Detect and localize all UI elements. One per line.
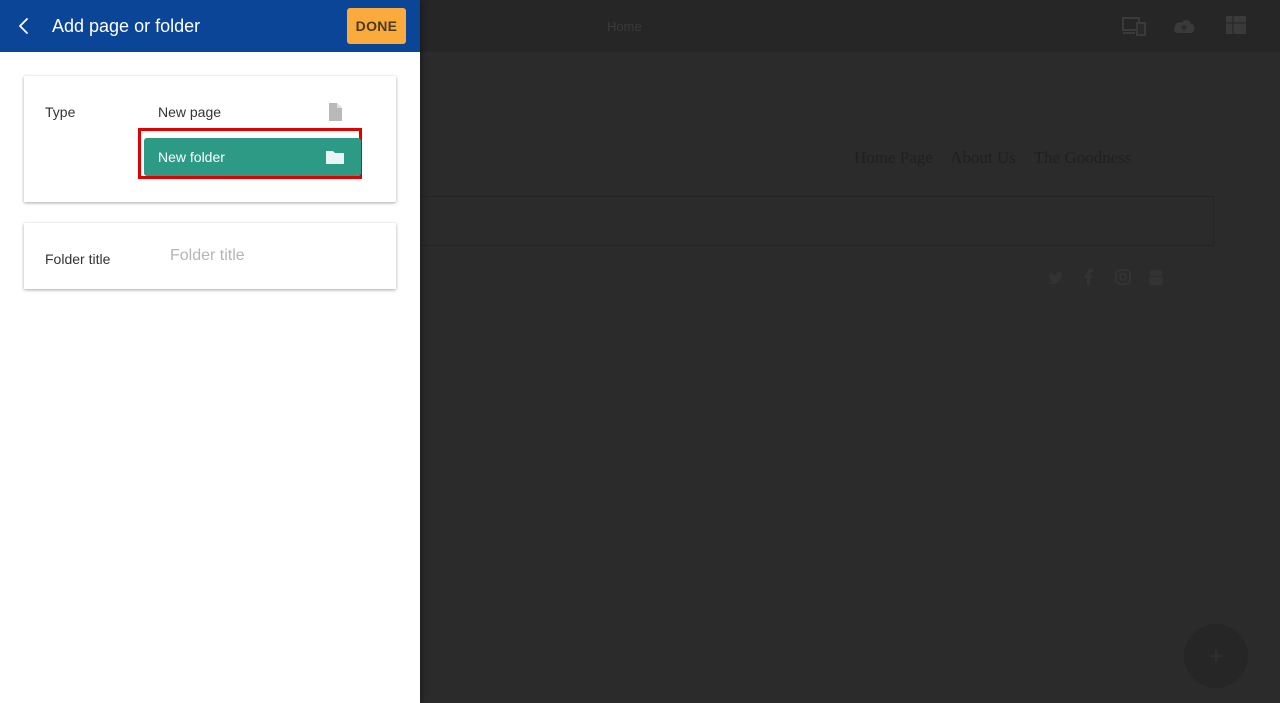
add-page-panel: Add page or folder DONE Type New page Ne…	[0, 0, 420, 703]
nav-item: Home Page	[854, 148, 933, 167]
folder-title-card: Folder title	[24, 223, 396, 289]
devices-icon[interactable]	[1122, 15, 1146, 37]
plus-icon: +	[1208, 641, 1224, 671]
nav-item: About Us	[950, 148, 1016, 167]
folder-icon	[326, 151, 344, 164]
twitter-icon	[1048, 271, 1064, 284]
folder-title-input[interactable]	[170, 241, 370, 271]
chevron-left-icon	[19, 18, 28, 34]
type-card: Type New page New folder	[24, 76, 396, 202]
panel-title: Add page or folder	[52, 16, 201, 36]
new-page-label: New page	[158, 104, 222, 120]
instagram-icon	[1114, 269, 1131, 285]
preview-nav-menu: Home Page About Us The Goodness	[854, 148, 1146, 168]
new-folder-label: New folder	[158, 149, 225, 165]
new-folder-option[interactable]: New folder	[144, 138, 361, 176]
type-label: Type	[45, 104, 76, 120]
site-preview-overlay: Home Home Page About Us The Goodness +	[420, 0, 1280, 703]
folder-title-label: Folder title	[45, 251, 111, 267]
new-page-option[interactable]: New page	[144, 96, 361, 128]
social-links	[1047, 268, 1176, 288]
grid-icon[interactable]	[1224, 15, 1248, 37]
back-button[interactable]	[12, 14, 36, 38]
cloud-upload-icon[interactable]	[1172, 15, 1196, 37]
preview-topbar: Home	[420, 0, 1280, 52]
facebook-icon	[1084, 269, 1094, 285]
panel-header: Add page or folder DONE	[0, 0, 420, 52]
preview-tab: Home	[607, 19, 642, 34]
youtube-icon	[1149, 270, 1164, 285]
page-icon	[329, 103, 342, 121]
nav-item: The Goodness	[1033, 148, 1132, 167]
done-button[interactable]: DONE	[347, 8, 406, 44]
add-fab-button[interactable]: +	[1184, 624, 1248, 688]
preview-content-bar	[420, 196, 1214, 246]
